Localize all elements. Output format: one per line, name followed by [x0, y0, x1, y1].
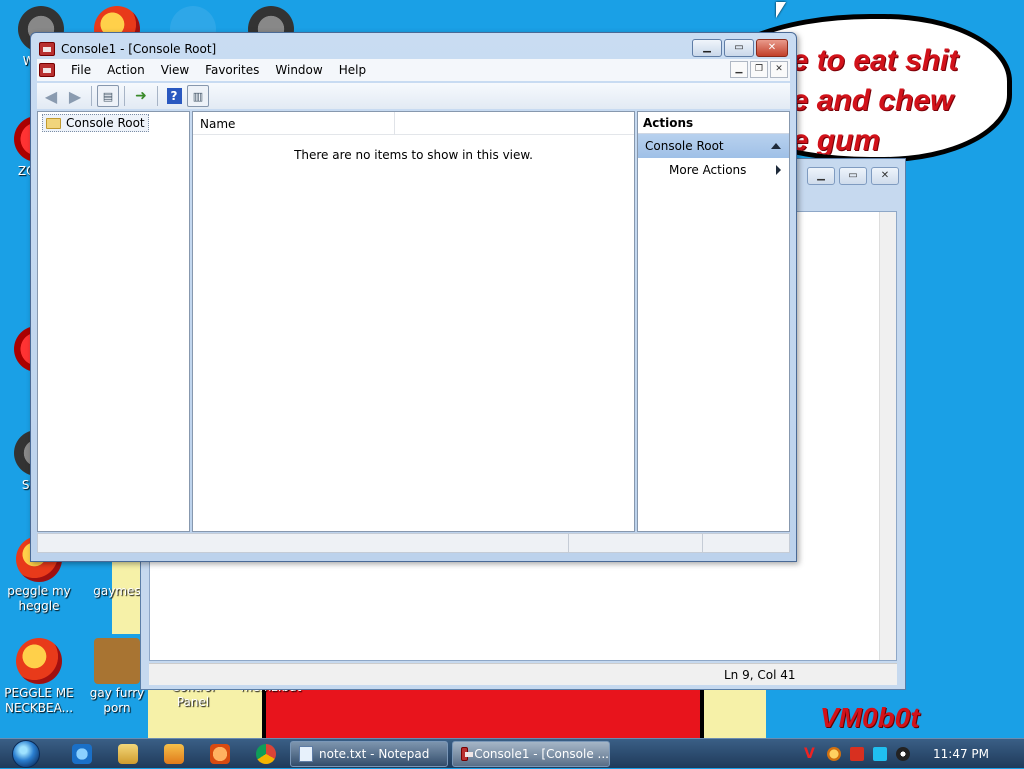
- column-header-row: Name: [193, 112, 634, 135]
- mouse-pointer-icon: [776, 2, 786, 18]
- speech-bubble-text: me to eat shit me and chew me gum: [765, 44, 959, 157]
- tree-node-console-root[interactable]: Console Root: [42, 114, 149, 132]
- caption-buttons: ▁ ▭ ✕: [692, 39, 788, 57]
- doc-minimize-button[interactable]: ▁: [730, 61, 748, 78]
- toolbar: ◀ ▶ ▤ ➜ ? ▥: [37, 83, 790, 109]
- folder-icon: [46, 117, 61, 129]
- mmc-app-icon: [39, 42, 55, 56]
- antivirus-icon[interactable]: V: [804, 747, 818, 761]
- search-icon[interactable]: [827, 747, 841, 761]
- desktop-icon-label: peggle my heggle: [7, 584, 71, 613]
- minimize-button[interactable]: ▁: [692, 39, 722, 57]
- menu-window[interactable]: Window: [267, 63, 330, 77]
- menu-bar: File Action View Favorites Window Help ▁…: [37, 59, 790, 81]
- doc-restore-button[interactable]: ❐: [750, 61, 768, 78]
- minimize-button[interactable]: ▁: [807, 167, 835, 185]
- watermark: VM0b0t: [820, 702, 920, 733]
- show-hide-action-pane-icon[interactable]: ▥: [187, 85, 209, 107]
- empty-view-message: There are no items to show in this view.: [294, 148, 533, 162]
- taskbar: note.txt - Notepad Console1 - [Console .…: [0, 738, 1024, 768]
- actions-pane: Actions Console Root More Actions: [637, 111, 790, 532]
- menu-help[interactable]: Help: [331, 63, 374, 77]
- results-pane[interactable]: Name There are no items to show in this …: [192, 111, 635, 532]
- taskbar-button-label: Console1 - [Console ...: [474, 747, 609, 761]
- mmc-app-icon: [461, 747, 474, 761]
- submenu-arrow-icon: [776, 165, 781, 175]
- toolbar-separator: [157, 86, 158, 106]
- tree-node-label: Console Root: [66, 116, 145, 130]
- maximize-button[interactable]: ▭: [839, 167, 867, 185]
- toolbar-separator: [124, 86, 125, 106]
- taskbar-button-notepad[interactable]: note.txt - Notepad: [290, 741, 448, 767]
- action-more-actions[interactable]: More Actions: [638, 158, 789, 182]
- peggle-icon: [16, 638, 62, 684]
- toolbar-separator: [91, 86, 92, 106]
- taskbar-button-label: note.txt - Notepad: [319, 747, 430, 761]
- close-button[interactable]: ✕: [756, 39, 788, 57]
- export-list-icon[interactable]: ➜: [130, 85, 152, 107]
- notepad-icon: [299, 746, 313, 762]
- menu-action[interactable]: Action: [99, 63, 153, 77]
- desktop-icon-peggle-me[interactable]: PEGGLE ME NECKBEA...: [2, 638, 76, 716]
- window-title: Console1 - [Console Root]: [61, 42, 217, 56]
- doc-close-button[interactable]: ✕: [770, 61, 788, 78]
- menu-file[interactable]: File: [63, 63, 99, 77]
- actions-group-label: Console Root: [645, 139, 724, 153]
- cursor-position: Ln 9, Col 41: [724, 668, 796, 682]
- document-caption-buttons: ▁ ❐ ✕: [730, 61, 788, 78]
- close-button[interactable]: ✕: [871, 167, 899, 185]
- desktop-icon-label: PEGGLE ME NECKBEA...: [4, 686, 74, 715]
- status-bar: [37, 533, 790, 553]
- status-bar-divider: [702, 534, 703, 552]
- document-icon[interactable]: [39, 63, 55, 77]
- box-icon: [94, 638, 140, 684]
- clock[interactable]: 11:47 PM: [933, 747, 989, 761]
- back-arrow-icon[interactable]: ◀: [40, 85, 62, 107]
- action-center-flag-icon[interactable]: [850, 747, 864, 761]
- actions-group-console-root[interactable]: Console Root: [638, 134, 789, 158]
- maximize-button[interactable]: ▭: [724, 39, 754, 57]
- collapse-arrow-icon[interactable]: [771, 143, 781, 149]
- chrome-icon[interactable]: [256, 744, 276, 764]
- display-icon[interactable]: [873, 747, 887, 761]
- windows-orb-icon: [12, 740, 40, 768]
- column-header-name[interactable]: Name: [193, 112, 395, 135]
- show-hide-tree-icon[interactable]: ▤: [97, 85, 119, 107]
- title-bar: Console1 - [Console Root]: [39, 39, 216, 59]
- action-label: More Actions: [669, 163, 747, 177]
- background-outline-right: [700, 690, 704, 738]
- start-button[interactable]: [8, 739, 44, 769]
- forward-arrow-icon[interactable]: ▶: [64, 85, 86, 107]
- volume-icon[interactable]: [896, 747, 910, 761]
- media-player-icon[interactable]: [164, 744, 184, 764]
- desktop-icon-label: gay furry porn: [89, 686, 145, 715]
- system-tray: V 11:47 PM: [794, 739, 1024, 769]
- actions-header: Actions: [638, 112, 789, 134]
- app-icon[interactable]: [210, 744, 230, 764]
- menu-view[interactable]: View: [153, 63, 197, 77]
- background-yellow-shape-right: [702, 690, 766, 738]
- internet-explorer-icon[interactable]: [72, 744, 92, 764]
- console-tree-pane[interactable]: Console Root: [37, 111, 190, 532]
- notepad-caption-buttons: ▁ ▭ ✕: [807, 167, 899, 185]
- menu-favorites[interactable]: Favorites: [197, 63, 267, 77]
- vertical-scrollbar[interactable]: [879, 212, 896, 660]
- notepad-status-bar: Ln 9, Col 41: [149, 663, 897, 685]
- help-icon[interactable]: ?: [163, 85, 185, 107]
- console-window[interactable]: Console1 - [Console Root] ▁ ▭ ✕ File Act…: [30, 32, 797, 562]
- background-red-shape: [262, 690, 702, 738]
- file-explorer-icon[interactable]: [118, 744, 138, 764]
- taskbar-button-console[interactable]: Console1 - [Console ...: [452, 741, 610, 767]
- background-outline: [262, 690, 266, 738]
- status-bar-divider: [568, 534, 569, 552]
